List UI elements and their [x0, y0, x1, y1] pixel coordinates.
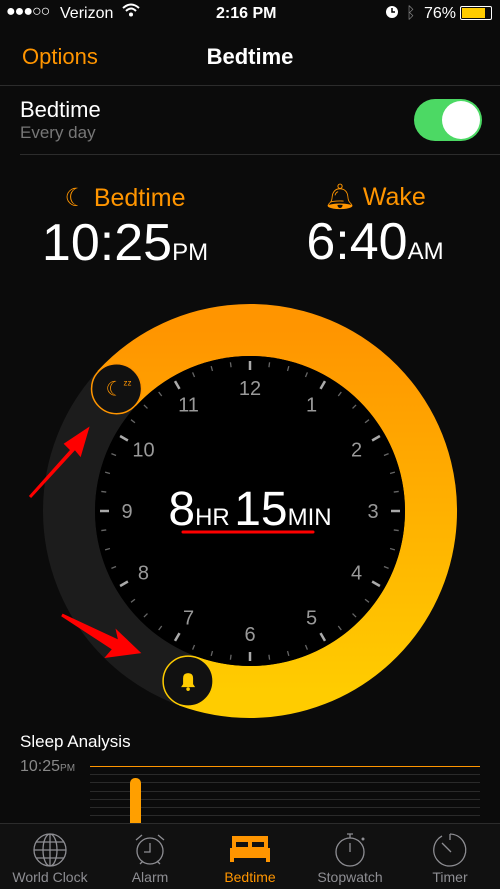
svg-text:zz: zz: [124, 379, 132, 388]
dial-tick: [268, 362, 271, 368]
sleep-y-label: 10:25PM: [20, 758, 76, 775]
dial-number: 7: [183, 608, 194, 630]
sleep-gridline: [90, 790, 480, 792]
dial-number: 2: [351, 440, 362, 462]
divider: [0, 85, 500, 86]
wake-value: 6:40: [306, 213, 408, 271]
stopwatch-icon: [335, 833, 365, 867]
bedtime-handle[interactable]: ☾ zz: [90, 362, 143, 415]
moon-icon: ☾: [64, 184, 87, 212]
wake-ampm: AM: [407, 238, 444, 265]
bluetooth-icon: ᛒ: [406, 5, 416, 22]
clock-face: [95, 356, 405, 666]
divider: [20, 154, 500, 155]
bedtime-dial[interactable]: 121234567891011 ☾ zz: [0, 290, 500, 730]
dial-number: 5: [306, 608, 317, 630]
tab-world-clock[interactable]: World Clock: [0, 828, 100, 889]
sleep-bar: [130, 778, 141, 828]
battery-icon: [460, 6, 492, 20]
bedtime-line: [90, 766, 480, 767]
timer-icon: [433, 833, 467, 867]
sleep-gridline: [90, 798, 480, 800]
dial-tick: [393, 490, 399, 493]
sleep-gridline: [90, 774, 480, 776]
wake-summary[interactable]: 🔔︎ Wake 6:40AM: [290, 183, 460, 272]
dial-number: 12: [239, 378, 261, 400]
tab-stopwatch[interactable]: Stopwatch: [300, 828, 400, 889]
moon-zzz-icon: ☾: [106, 379, 124, 401]
clock: 2:16 PM: [216, 5, 277, 22]
bedtime-summary[interactable]: ☾ Bedtime 10:25PM: [40, 183, 210, 273]
dial-tick: [229, 654, 232, 660]
bedtime-setting-subtitle: Every day: [20, 123, 96, 142]
dial-number: 11: [178, 394, 199, 416]
bell-icon: 🔔︎: [324, 183, 356, 211]
tab-bedtime[interactable]: Bedtime: [200, 828, 300, 889]
tab-timer[interactable]: Timer: [400, 828, 500, 889]
bed-icon: [230, 836, 270, 862]
battery-percent: 76%: [424, 5, 457, 22]
sleep-gridline: [90, 815, 480, 817]
bedtime-toggle[interactable]: [414, 99, 482, 141]
wifi-icon: [122, 2, 140, 23]
dial-number: 4: [351, 563, 362, 585]
tab-alarm[interactable]: Alarm: [100, 828, 200, 889]
bedtime-ampm: PM: [172, 239, 209, 266]
dial-tick: [101, 490, 107, 493]
dial-tick: [268, 654, 271, 660]
bedtime-label: Bedtime: [93, 184, 186, 212]
dial-number: 6: [244, 624, 255, 646]
sleep-analysis-title: Sleep Analysis: [20, 732, 131, 751]
alarm-clock-icon: [135, 834, 165, 865]
options-button[interactable]: Options: [22, 44, 98, 70]
sleep-gridline: [90, 807, 480, 808]
sleep-gridline: [90, 782, 480, 784]
dial-tick: [229, 362, 232, 368]
carrier: Verizon: [60, 5, 114, 22]
alarm-icon: [384, 3, 400, 24]
dial-number: 10: [132, 440, 154, 462]
dial-tick: [101, 529, 107, 532]
dial-tick: [393, 529, 399, 532]
signal-icon: ●●●○○: [6, 3, 50, 20]
dial-number: 8: [138, 563, 149, 585]
wake-label: Wake: [362, 183, 426, 211]
dial-number: 9: [121, 501, 132, 523]
dial-number: 3: [367, 501, 378, 523]
dial-number: 1: [306, 394, 317, 416]
status-bar: ●●●○○ Verizon 2:16 PM ᛒ 76%: [0, 0, 500, 30]
wake-handle[interactable]: [162, 655, 214, 707]
bedtime-setting-title: Bedtime: [20, 97, 101, 122]
globe-icon: [33, 833, 67, 867]
bedtime-value: 10:25: [41, 214, 173, 272]
